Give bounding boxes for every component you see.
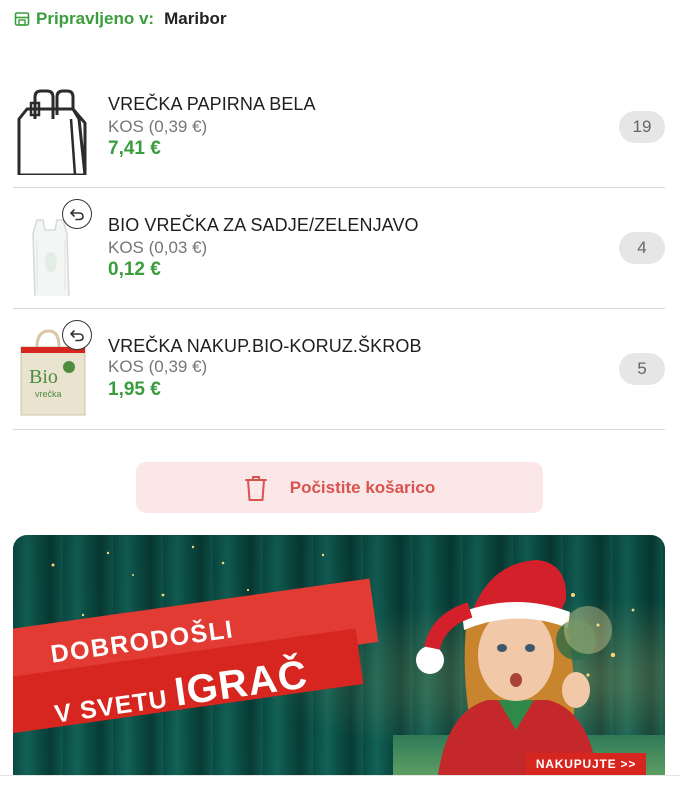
cart-item[interactable]: BIO VREČKA ZA SADJE/ZELENJAVO KOS (0,03 … bbox=[13, 188, 665, 309]
store-icon bbox=[14, 12, 30, 26]
cart-item[interactable]: Bio vrečka VREČKA NAKUP.BIO-KORUZ.ŠKROB … bbox=[13, 309, 665, 430]
item-name: VREČKA PAPIRNA BELA bbox=[108, 94, 316, 114]
bag-text-vrecka: vrečka bbox=[35, 389, 62, 399]
clear-cart-button[interactable]: Počistite košarico bbox=[136, 462, 543, 513]
girl-in-santa-hat-illustration bbox=[416, 560, 612, 775]
item-unit-price: KOS (0,39 €) bbox=[108, 117, 208, 136]
bottom-divider bbox=[0, 775, 680, 776]
undo-icon bbox=[70, 209, 84, 221]
item-unit-price: KOS (0,03 €) bbox=[108, 238, 208, 257]
item-unit-price: KOS (0,39 €) bbox=[108, 357, 208, 376]
item-total-price: 0,12 € bbox=[108, 259, 161, 280]
cart-item[interactable]: VREČKA PAPIRNA BELA KOS (0,39 €) 7,41 € … bbox=[13, 67, 665, 188]
shop-now-button[interactable]: NAKUPUJTE >> bbox=[526, 753, 646, 775]
undo-button[interactable] bbox=[62, 199, 92, 229]
clear-cart-label: Počistite košarico bbox=[289, 477, 436, 497]
quantity-badge[interactable]: 5 bbox=[619, 353, 665, 385]
item-name: VREČKA NAKUP.BIO-KORUZ.ŠKROB bbox=[108, 336, 422, 356]
trash-icon bbox=[244, 475, 267, 501]
pickup-location: Pripravljeno v: Maribor bbox=[14, 8, 226, 30]
paper-bag-icon bbox=[17, 89, 87, 175]
bag-text-bio: Bio bbox=[29, 366, 58, 388]
item-total-price: 7,41 € bbox=[108, 138, 161, 159]
promo-banner[interactable]: DOBRODOŠLI V SVETU IGRAČ NAKUPUJTE >> bbox=[13, 535, 665, 775]
pickup-city[interactable]: Maribor bbox=[164, 9, 226, 29]
item-name: BIO VREČKA ZA SADJE/ZELENJAVO bbox=[108, 215, 419, 235]
undo-icon bbox=[70, 330, 84, 342]
item-total-price: 1,95 € bbox=[108, 379, 161, 400]
quantity-badge[interactable]: 19 bbox=[619, 111, 665, 143]
quantity-badge[interactable]: 4 bbox=[619, 232, 665, 264]
undo-button[interactable] bbox=[62, 320, 92, 350]
pickup-label: Pripravljeno v: bbox=[36, 9, 155, 28]
